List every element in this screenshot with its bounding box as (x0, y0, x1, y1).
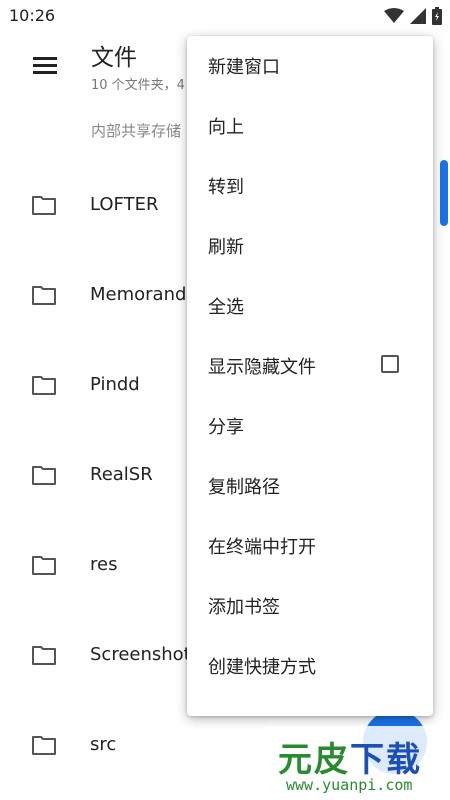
menu-item-label: 刷新 (208, 237, 244, 258)
menu-item-go-to[interactable]: 转到 (187, 156, 433, 216)
folder-icon (32, 286, 56, 305)
folder-icon (32, 556, 56, 575)
menu-item-label: 转到 (208, 177, 244, 198)
hamburger-menu-icon[interactable] (28, 52, 62, 80)
watermark-part2: 下载 (350, 740, 422, 780)
wifi-icon (384, 8, 404, 23)
watermark-title: 元皮下载 (278, 732, 422, 781)
menu-item-label: 显示隐藏文件 (208, 357, 316, 378)
signal-icon (410, 8, 426, 24)
page-title: 文件 (91, 45, 137, 71)
folder-name: Screenshots (90, 644, 201, 665)
folder-icon (32, 646, 56, 665)
folder-icon (32, 376, 56, 395)
status-time: 10:26 (9, 6, 56, 25)
watermark-logo: 元皮下载 www.yuanpi.com (266, 726, 450, 800)
folder-icon (32, 736, 56, 755)
menu-item-refresh[interactable]: 刷新 (187, 216, 433, 276)
folder-icon (32, 466, 56, 485)
menu-item-label: 创建快捷方式 (208, 657, 316, 678)
menu-item-new-window[interactable]: 新建窗口 (187, 36, 433, 96)
menu-item-label: 新建窗口 (208, 57, 280, 78)
folder-name: Pindd (90, 374, 140, 395)
menu-item-show-hidden-files[interactable]: 显示隐藏文件 (187, 336, 433, 396)
menu-item-label: 复制路径 (208, 477, 280, 498)
menu-item-label: 分享 (208, 417, 244, 438)
show-hidden-checkbox[interactable] (381, 355, 399, 373)
status-icons (384, 6, 442, 26)
menu-item-select-all[interactable]: 全选 (187, 276, 433, 336)
watermark-part1: 元皮 (278, 740, 350, 780)
battery-icon (432, 7, 442, 25)
folder-name: res (90, 554, 118, 575)
menu-item-label: 全选 (208, 297, 244, 318)
folder-name: src (90, 734, 117, 755)
menu-item-share[interactable]: 分享 (187, 396, 433, 456)
menu-item-up[interactable]: 向上 (187, 96, 433, 156)
status-bar: 10:26 (0, 0, 450, 32)
page-subtitle: 10 个文件夹，4 (91, 78, 185, 93)
menu-item-open-in-terminal[interactable]: 在终端中打开 (187, 516, 433, 576)
folder-icon (32, 196, 56, 215)
breadcrumb[interactable]: 内部共享存储 (91, 120, 181, 141)
watermark-url: www.yuanpi.com (286, 776, 413, 794)
menu-item-create-shortcut[interactable]: 创建快捷方式 (187, 636, 433, 696)
folder-name: RealSR (90, 464, 153, 485)
menu-item-label: 添加书签 (208, 597, 280, 618)
overflow-menu: 新建窗口 向上 转到 刷新 全选 显示隐藏文件 分享 复制路径 在终端中打开 添… (187, 36, 433, 716)
menu-item-add-bookmark[interactable]: 添加书签 (187, 576, 433, 636)
menu-item-label: 在终端中打开 (208, 537, 316, 558)
menu-item-label: 向上 (208, 117, 244, 138)
folder-name: LOFTER (90, 194, 159, 215)
menu-item-copy-path[interactable]: 复制路径 (187, 456, 433, 516)
scrollbar-thumb[interactable] (440, 160, 448, 226)
